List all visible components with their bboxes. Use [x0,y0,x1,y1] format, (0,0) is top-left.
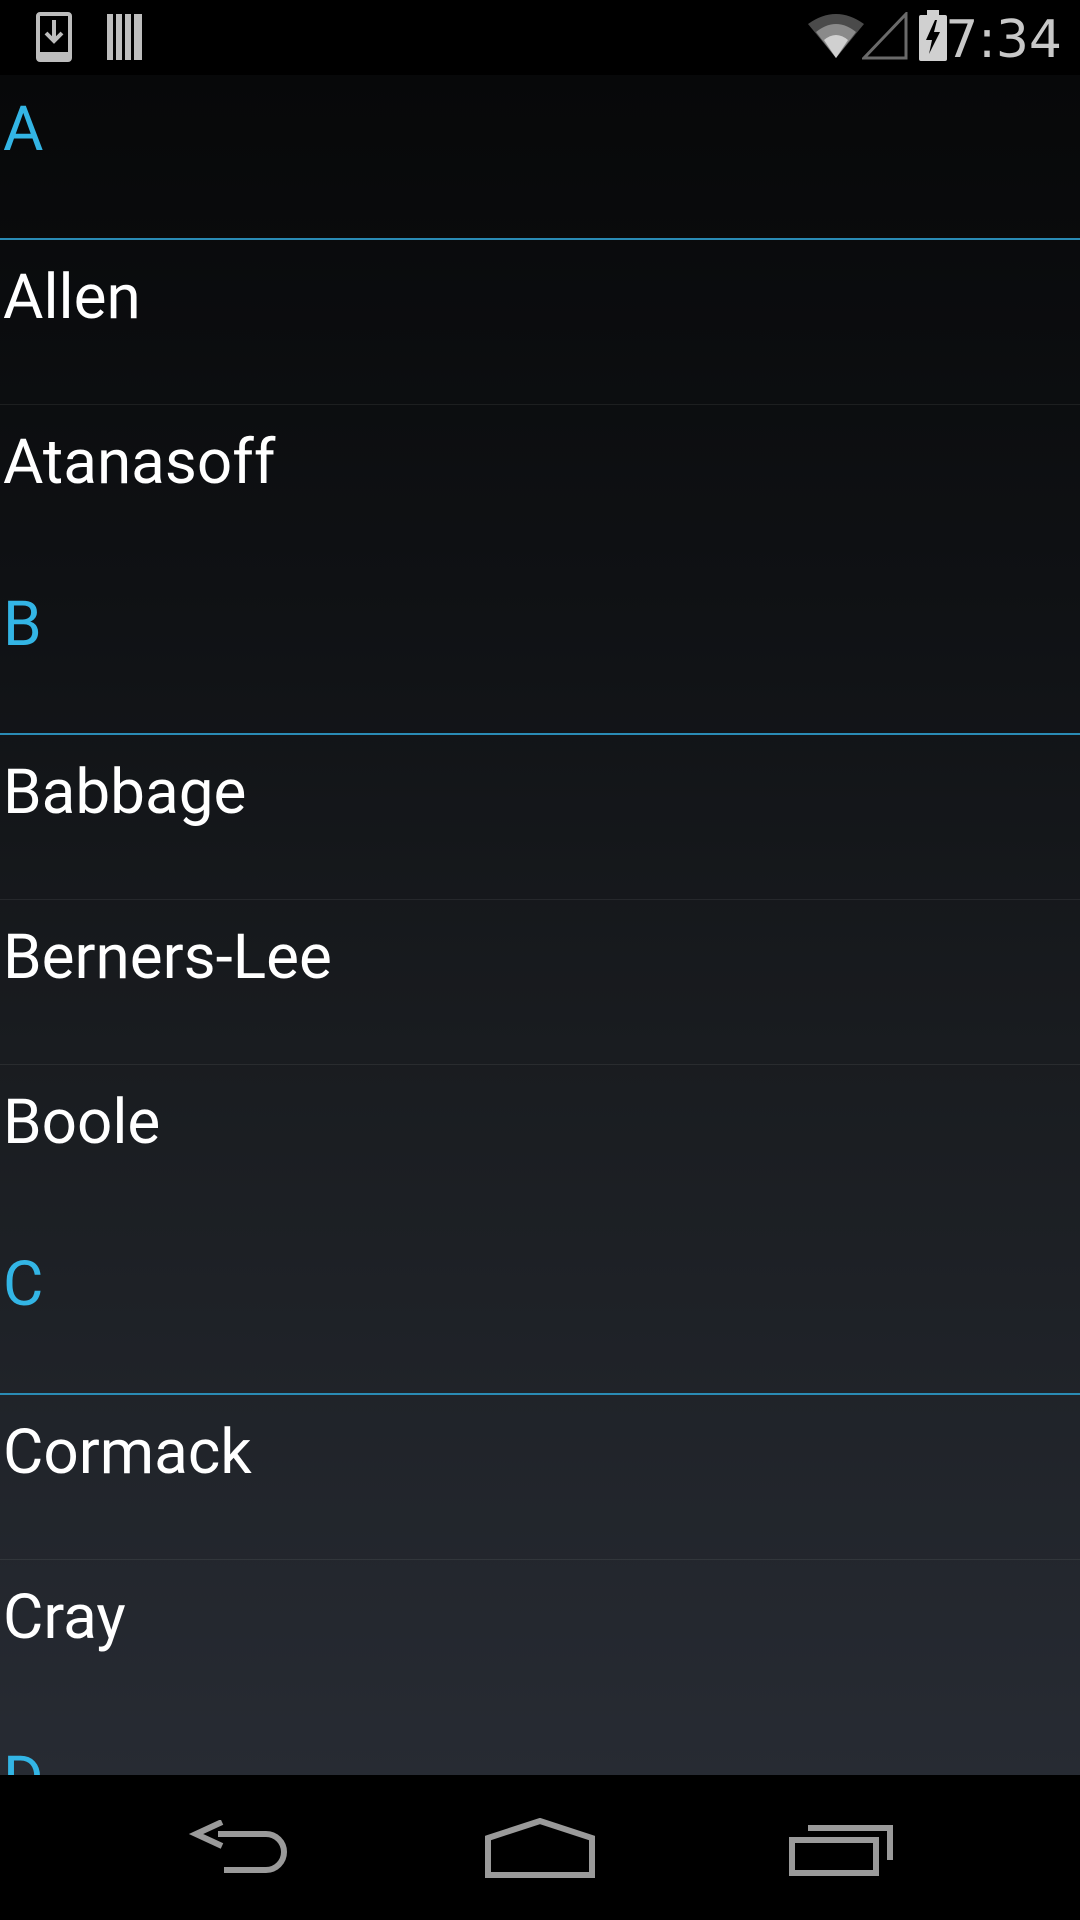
list-item[interactable]: Berners-Lee [0,900,1080,1065]
back-button[interactable] [150,1775,330,1920]
battery-charging-icon [919,10,947,61]
list-item[interactable]: Cray [0,1560,1080,1725]
cell-signal-icon [862,12,908,60]
back-icon [188,1819,287,1873]
item-label: Cray [3,1581,126,1654]
section-letter: B [3,588,42,661]
screen: 7:34 A Allen Atanasoff B Babbage Berners… [0,0,1080,1920]
status-time: 7:34 [945,10,1062,70]
status-bar: 7:34 [0,0,1080,75]
home-button[interactable] [450,1775,630,1920]
list-item[interactable]: Atanasoff [0,405,1080,570]
section-letter: A [3,93,44,166]
navigation-bar [0,1775,1080,1920]
recents-button[interactable] [752,1775,932,1920]
section-letter: C [3,1248,44,1321]
list-item[interactable]: Cormack [0,1395,1080,1560]
list-item[interactable]: Boole [0,1065,1080,1230]
wifi-icon [808,14,864,58]
contact-list[interactable]: A Allen Atanasoff B Babbage Berners-Lee … [0,75,1080,1775]
list-item[interactable]: Babbage [0,735,1080,900]
download-notification-icon [36,12,72,62]
item-label: Berners-Lee [3,921,332,994]
recents-icon [789,1824,893,1876]
home-icon [485,1817,595,1878]
barcode-notification-icon [107,14,142,60]
section-header-a: A [0,75,1080,240]
section-header-d: D [0,1725,1080,1775]
item-label: Cormack [3,1416,252,1489]
list-item[interactable]: Allen [0,240,1080,405]
item-label: Boole [3,1086,161,1159]
section-header-c: C [0,1230,1080,1395]
item-label: Babbage [3,756,247,829]
section-header-b: B [0,570,1080,735]
section-letter: D [3,1740,44,1775]
item-label: Atanasoff [3,426,276,499]
item-label: Allen [3,261,141,334]
